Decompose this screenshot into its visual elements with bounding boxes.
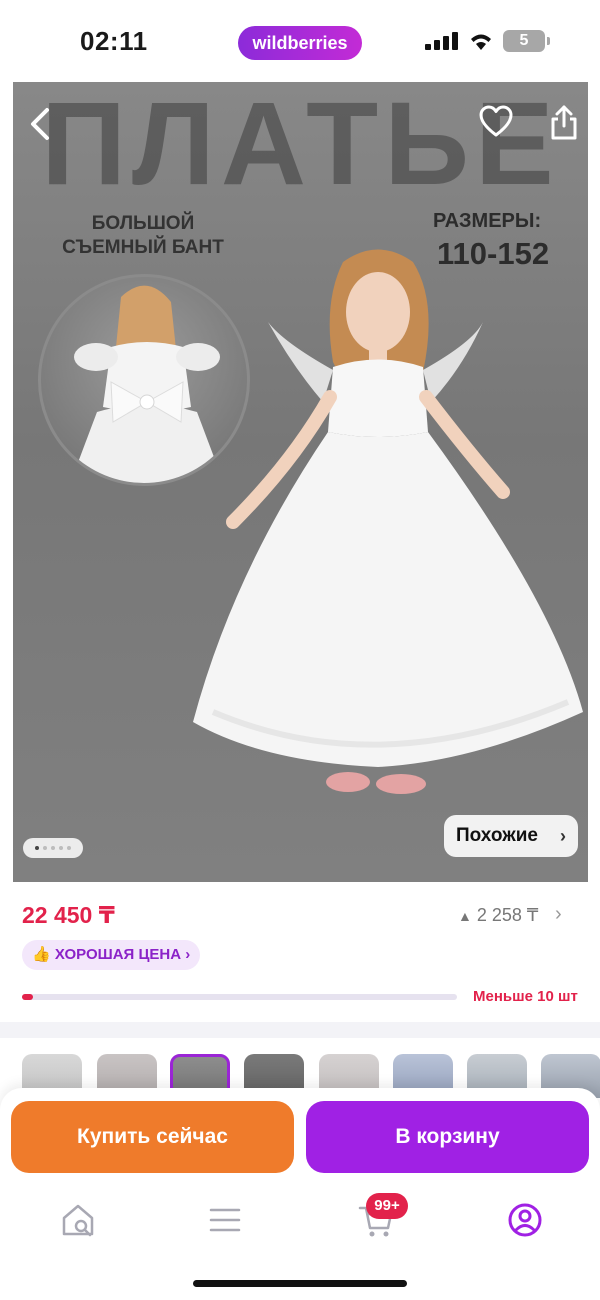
hero-title: ПЛАТЬЕ xyxy=(41,82,560,210)
product-image-gallery[interactable]: ПЛАТЬЕ БОЛЬШОЙ СЪЕМНЫЙ БАНТ РАЗМЕРЫ: 110… xyxy=(13,82,588,882)
gallery-pagination-dots xyxy=(23,838,83,858)
chevron-right-icon: › xyxy=(560,826,566,846)
purchase-actions: Купить сейчас В корзину xyxy=(0,1088,600,1188)
cart-count-badge: 99+ xyxy=(366,1193,408,1219)
add-to-cart-button[interactable]: В корзину xyxy=(306,1101,589,1173)
home-search-icon[interactable] xyxy=(58,1200,98,1240)
brand-logo: wildberries xyxy=(238,26,362,60)
good-price-badge[interactable]: 👍 ХОРОШАЯ ЦЕНА › xyxy=(22,940,201,970)
menu-icon[interactable] xyxy=(205,1200,245,1240)
similar-products-label: Похожие xyxy=(456,825,538,846)
price-card: 22 450 ₸ ▲ 2 258 ₸ › 👍 ХОРОШАЯ ЦЕНА › Ме… xyxy=(0,882,600,1022)
model-dress-image xyxy=(193,249,583,794)
price-history[interactable]: ▲ 2 258 ₸ xyxy=(458,905,538,926)
chevron-right-icon: › xyxy=(185,946,191,963)
triangle-up-icon: ▲ xyxy=(458,908,472,924)
current-price: 22 450 ₸ xyxy=(22,902,115,928)
status-bar: 02:11 wildberries 5 xyxy=(0,0,600,82)
stock-label: Меньше 10 шт xyxy=(473,988,578,1005)
cellular-signal-icon xyxy=(425,32,459,50)
home-indicator xyxy=(193,1280,407,1287)
similar-products-button[interactable]: Похожие › xyxy=(444,815,578,857)
profile-icon[interactable] xyxy=(505,1200,545,1240)
stock-progress-fill xyxy=(22,994,33,1000)
hero-feature-line-1: БОЛЬШОЙ xyxy=(91,213,195,234)
status-time: 02:11 xyxy=(80,26,148,56)
price-history-value: 2 258 ₸ xyxy=(476,905,539,925)
hero-sizes-label: РАЗМЕРЫ: xyxy=(433,210,542,232)
chevron-right-icon[interactable]: › xyxy=(555,903,562,926)
share-icon[interactable] xyxy=(548,104,580,142)
good-price-label: ХОРОШАЯ ЦЕНА xyxy=(54,946,182,963)
back-chevron-icon[interactable] xyxy=(23,104,57,144)
heart-icon[interactable] xyxy=(478,104,514,140)
section-divider xyxy=(0,1022,600,1038)
thumbs-up-icon: 👍 xyxy=(32,946,51,963)
buy-now-button[interactable]: Купить сейчас xyxy=(11,1101,294,1173)
wifi-icon xyxy=(471,34,491,50)
stock-progress-bar xyxy=(22,994,457,1000)
battery-indicator: 5 xyxy=(503,30,550,52)
